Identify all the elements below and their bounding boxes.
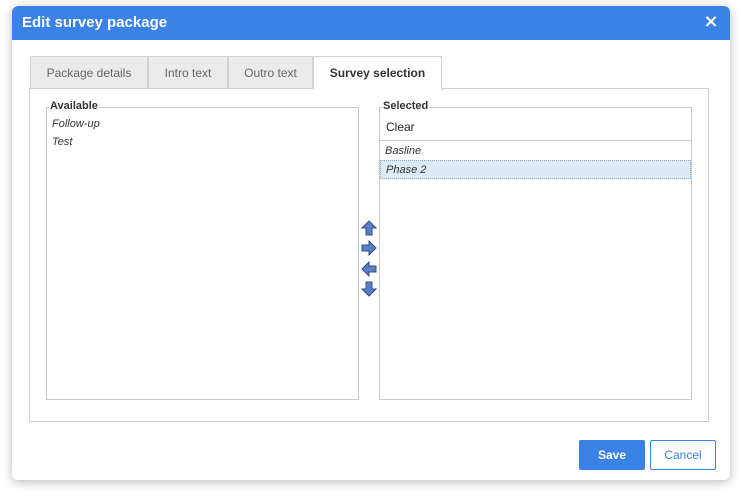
cancel-button[interactable]: Cancel bbox=[650, 440, 716, 470]
tab-package-details[interactable]: Package details bbox=[30, 56, 148, 89]
available-legend: Available bbox=[49, 100, 99, 112]
selected-fieldset: Selected Clear Basline Phase 2 bbox=[379, 100, 692, 400]
clear-button[interactable]: Clear bbox=[380, 108, 691, 141]
tab-outro-text[interactable]: Outro text bbox=[228, 56, 313, 89]
arrow-up-icon[interactable] bbox=[360, 220, 378, 236]
available-item-test[interactable]: Test bbox=[52, 136, 72, 148]
arrow-down-icon[interactable] bbox=[360, 281, 378, 297]
available-item-follow-up[interactable]: Follow-up bbox=[52, 118, 100, 130]
edit-survey-package-dialog: Edit survey package × Package details In… bbox=[12, 6, 730, 480]
tab-intro-text[interactable]: Intro text bbox=[148, 56, 228, 89]
tab-label: Intro text bbox=[164, 66, 212, 80]
close-icon[interactable]: × bbox=[702, 13, 720, 31]
tab-label: Survey selection bbox=[329, 66, 426, 80]
arrow-left-icon[interactable] bbox=[361, 260, 377, 278]
survey-selection-panel: Available Follow-up Test Selected Clear … bbox=[29, 88, 709, 422]
tab-label: Outro text bbox=[244, 66, 297, 80]
dialog-titlebar: Edit survey package × bbox=[12, 6, 730, 40]
arrow-right-icon[interactable] bbox=[361, 239, 377, 257]
tab-survey-selection[interactable]: Survey selection bbox=[313, 56, 442, 90]
available-fieldset: Available Follow-up Test bbox=[46, 100, 359, 400]
dialog-title: Edit survey package bbox=[22, 14, 168, 31]
clear-label: Clear bbox=[386, 120, 415, 134]
selected-item-basline[interactable]: Basline bbox=[380, 142, 691, 161]
selected-item-phase-2[interactable]: Phase 2 bbox=[380, 160, 691, 179]
save-button[interactable]: Save bbox=[579, 440, 645, 470]
tab-label: Package details bbox=[46, 66, 132, 80]
